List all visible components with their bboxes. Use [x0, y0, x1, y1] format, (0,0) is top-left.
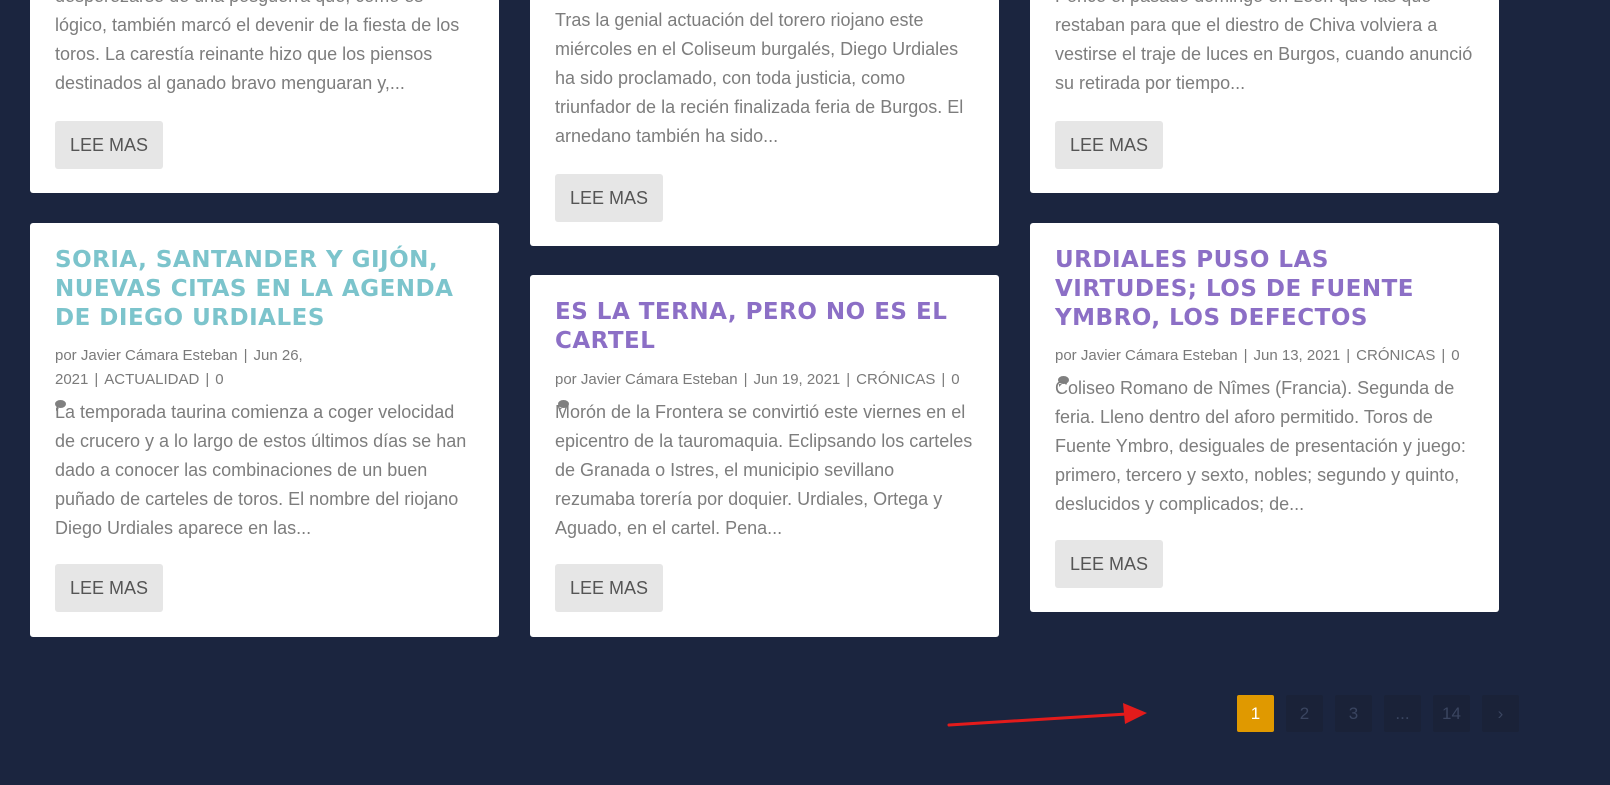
post-excerpt: Ponce el pasado domingo en León que las … — [1055, 0, 1473, 93]
page-3[interactable]: 3 — [1335, 695, 1372, 732]
read-more-button[interactable]: LEE MAS — [1055, 121, 1164, 169]
post-excerpt: Morón de la Frontera se convirtió este v… — [555, 402, 973, 538]
author-link[interactable]: Javier Cámara Esteban — [81, 347, 238, 364]
post-card: desperezarse de una posguerra que, como … — [30, 0, 499, 193]
page-1[interactable]: 1 — [1237, 695, 1274, 732]
comment-count[interactable]: 0 — [951, 371, 959, 388]
post-excerpt: La temporada taurina comienza a coger ve… — [55, 402, 467, 538]
post-excerpt: Coliseo Romano de Nîmes (Francia). Segun… — [1055, 378, 1466, 514]
page-2[interactable]: 2 — [1286, 695, 1323, 732]
read-more-button[interactable]: LEE MAS — [555, 564, 664, 612]
read-more-button[interactable]: LEE MAS — [1055, 540, 1164, 588]
comment-count[interactable]: 0 — [215, 371, 223, 388]
read-more-button[interactable]: LEE MAS — [55, 121, 164, 169]
page-14[interactable]: 14 — [1433, 695, 1470, 732]
category-link[interactable]: CRÓNICAS — [856, 371, 935, 388]
post-card: URDIALES PUSO LAS VIRTUDES; LOS DE FUENT… — [1030, 223, 1499, 612]
post-date: Jun 19, 2021 — [753, 371, 841, 388]
annotation-arrow — [947, 703, 1147, 727]
post-card: Ponce el pasado domingo en León que las … — [1030, 0, 1499, 193]
category-link[interactable]: ACTUALIDAD — [104, 371, 199, 388]
post-card: SORIA, SANTANDER Y GIJÓN, NUEVAS CITAS E… — [30, 223, 499, 637]
author-link[interactable]: Javier Cámara Esteban — [581, 371, 738, 388]
page-ellipsis: ... — [1384, 695, 1421, 732]
post-excerpt: desperezarse de una posguerra que, como … — [55, 0, 460, 93]
post-title[interactable]: URDIALES PUSO LAS VIRTUDES; LOS DE FUENT… — [1055, 246, 1479, 333]
read-more-button[interactable]: LEE MAS — [555, 174, 664, 222]
post-title[interactable]: ES LA TERNA, PERO NO ES EL CARTEL — [555, 298, 979, 356]
next-page-icon[interactable]: › — [1482, 695, 1519, 732]
post-excerpt: Tras la genial actuación del torero rioj… — [555, 10, 964, 146]
post-date: Jun 13, 2021 — [1253, 347, 1341, 364]
author-link[interactable]: Javier Cámara Esteban — [1081, 347, 1238, 364]
read-more-button[interactable]: LEE MAS — [55, 564, 164, 612]
post-card: Tras la genial actuación del torero rioj… — [530, 0, 999, 246]
category-link[interactable]: CRÓNICAS — [1356, 347, 1435, 364]
author-prefix: por — [555, 371, 577, 388]
post-title[interactable]: SORIA, SANTANDER Y GIJÓN, NUEVAS CITAS E… — [55, 246, 479, 333]
author-prefix: por — [1055, 347, 1077, 364]
comment-count[interactable]: 0 — [1451, 347, 1459, 364]
author-prefix: por — [55, 347, 77, 364]
post-card: ES LA TERNA, PERO NO ES EL CARTEL por Ja… — [530, 275, 999, 637]
